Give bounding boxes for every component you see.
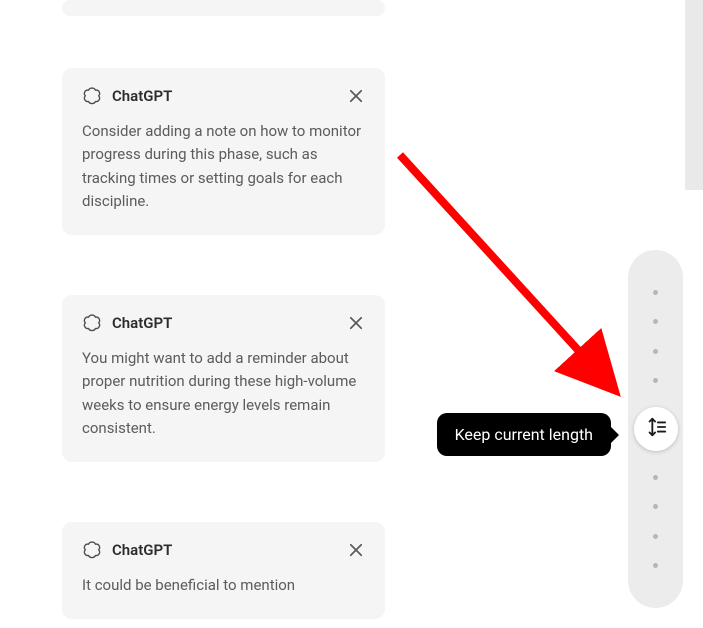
card-header: ChatGPT xyxy=(82,313,365,333)
suggestion-card[interactable]: ChatGPT Consider adding a note on how to… xyxy=(62,68,385,235)
chatgpt-logo-icon xyxy=(82,86,102,106)
chatgpt-logo-icon xyxy=(82,313,102,333)
close-icon[interactable] xyxy=(347,314,365,332)
slider-tick[interactable] xyxy=(653,504,658,509)
chatgpt-logo-icon xyxy=(82,540,102,560)
suggestion-card[interactable]: ChatGPT You might want to add a reminder… xyxy=(62,295,385,462)
card-header: ChatGPT xyxy=(82,540,365,560)
slider-knob[interactable] xyxy=(634,407,678,451)
card-author: ChatGPT xyxy=(112,87,347,105)
card-body: It could be beneficial to mention xyxy=(82,574,365,597)
card-header: ChatGPT xyxy=(82,86,365,106)
slider-tick[interactable] xyxy=(653,563,658,568)
card-body: You might want to add a reminder about p… xyxy=(82,347,365,440)
slider-tick[interactable] xyxy=(653,349,658,354)
card-author: ChatGPT xyxy=(112,314,347,332)
card-body: Consider adding a note on how to monitor… xyxy=(82,120,365,213)
length-adjust-icon xyxy=(645,416,667,442)
slider-tick[interactable] xyxy=(653,534,658,539)
side-panel-edge xyxy=(685,0,703,190)
suggestion-cards-column: ChatGPT Consider adding a note on how to… xyxy=(62,0,385,619)
slider-tooltip: Keep current length xyxy=(437,413,611,456)
length-slider[interactable] xyxy=(628,250,683,608)
slider-tick[interactable] xyxy=(653,319,658,324)
close-icon[interactable] xyxy=(347,541,365,559)
slider-tick[interactable] xyxy=(653,475,658,480)
slider-tick[interactable] xyxy=(653,378,658,383)
suggestion-card[interactable]: ChatGPT It could be beneficial to mentio… xyxy=(62,522,385,619)
card-author: ChatGPT xyxy=(112,541,347,559)
slider-tick[interactable] xyxy=(653,290,658,295)
close-icon[interactable] xyxy=(347,87,365,105)
suggestion-card-partial xyxy=(62,0,385,16)
